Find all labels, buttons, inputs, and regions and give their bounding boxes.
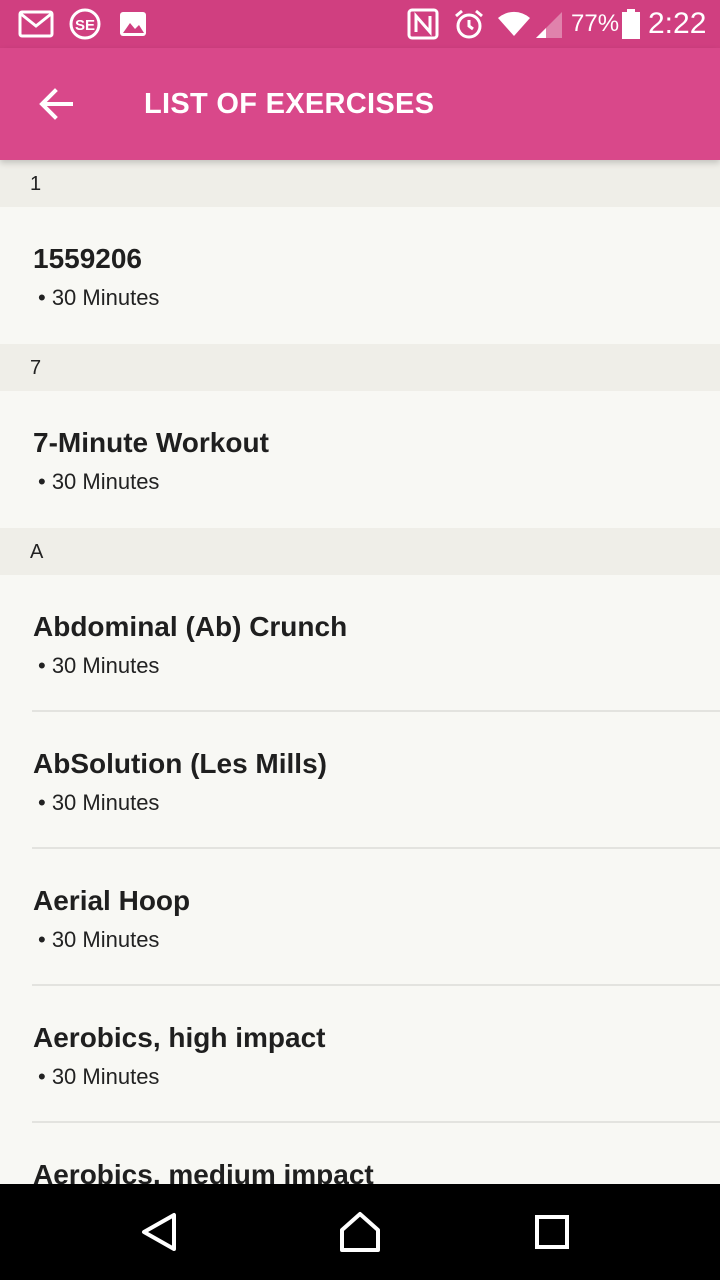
- page-title: LIST OF EXERCISES: [144, 88, 435, 120]
- battery-icon: [622, 9, 640, 39]
- wifi-icon: [498, 11, 530, 36]
- back-triangle-icon: [142, 1213, 176, 1251]
- exercise-duration: • 30 Minutes: [38, 1064, 160, 1089]
- list-item[interactable]: 7-Minute Workout • 30 Minutes: [0, 391, 720, 528]
- exercise-name: AbSolution (Les Mills): [33, 748, 327, 779]
- home-icon: [340, 1212, 380, 1252]
- exercise-name: 7-Minute Workout: [33, 427, 269, 458]
- status-bar: SE 77% 2:22: [0, 0, 720, 48]
- nav-recents-button[interactable]: [520, 1200, 584, 1264]
- exercise-name: Aerobics, medium impact: [33, 1159, 374, 1184]
- exercise-duration: • 30 Minutes: [38, 469, 160, 494]
- image-icon: [120, 12, 146, 36]
- exercise-name: Abdominal (Ab) Crunch: [33, 611, 348, 642]
- se-app-icon: SE: [69, 8, 101, 40]
- exercise-duration: • 30 Minutes: [38, 285, 160, 310]
- section-header-7: 7: [0, 344, 720, 391]
- exercise-name: 1559206: [33, 243, 143, 274]
- list-item[interactable]: Aerobics, medium impact: [0, 1123, 720, 1184]
- list-item[interactable]: Aerobics, high impact • 30 Minutes: [0, 986, 720, 1123]
- exercise-duration: • 30 Minutes: [38, 927, 160, 952]
- list-item[interactable]: Aerial Hoop • 30 Minutes: [0, 849, 720, 986]
- alarm-icon: [455, 9, 483, 39]
- arrow-back-icon: [39, 88, 73, 120]
- app-bar: LIST OF EXERCISES: [0, 48, 720, 160]
- exercise-list[interactable]: 1 1559206 • 30 Minutes 7 7-Minute Workou…: [0, 160, 720, 1184]
- list-item[interactable]: Abdominal (Ab) Crunch • 30 Minutes: [0, 575, 720, 712]
- nav-home-button[interactable]: [328, 1200, 392, 1264]
- recents-icon: [535, 1215, 569, 1249]
- exercise-duration: • 30 Minutes: [38, 790, 160, 815]
- exercise-name: Aerobics, high impact: [33, 1022, 326, 1053]
- section-header-1: 1: [0, 160, 720, 207]
- svg-text:SE: SE: [75, 17, 95, 34]
- signal-icon: [536, 12, 562, 38]
- battery-percent: 77%: [571, 10, 620, 37]
- gmail-icon: [18, 10, 54, 38]
- nfc-icon: [407, 8, 439, 40]
- section-header-a: A: [0, 528, 720, 575]
- navigation-bar: [0, 1184, 720, 1280]
- list-item[interactable]: AbSolution (Les Mills) • 30 Minutes: [0, 712, 720, 849]
- clock: 2:22: [648, 7, 707, 40]
- back-button[interactable]: [24, 72, 88, 136]
- nav-back-button[interactable]: [128, 1200, 192, 1264]
- list-item[interactable]: 1559206 • 30 Minutes: [0, 207, 720, 344]
- exercise-duration: • 30 Minutes: [38, 653, 160, 678]
- exercise-name: Aerial Hoop: [33, 885, 191, 916]
